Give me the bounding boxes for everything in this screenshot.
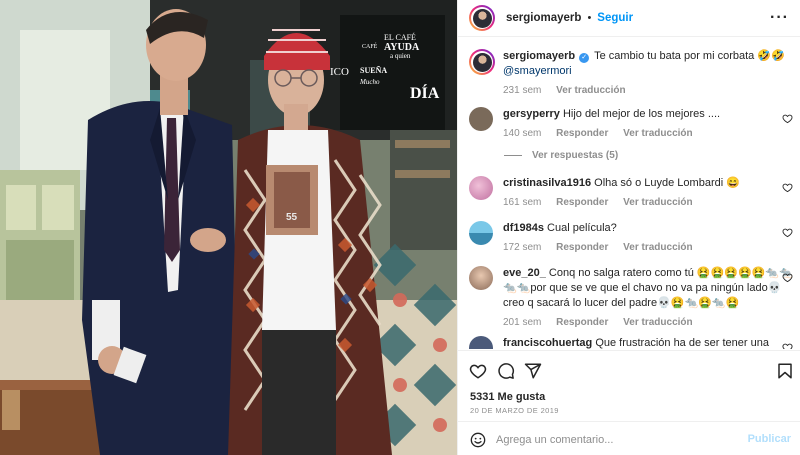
share-send-icon[interactable] [524,362,542,380]
comment-username[interactable]: cristinasilva1916 [503,177,591,189]
separator-dot: • [587,12,592,24]
comment-text: Conq no salga ratero como tú 🤮🤮🤮🤮🤮🐀🐀🐀🐀po… [503,267,793,309]
comment-username[interactable]: eve_20_ [503,267,546,279]
save-bookmark-icon[interactable] [776,362,794,380]
commenter-avatar[interactable] [469,176,493,200]
reply-button[interactable]: Responder [556,197,608,208]
see-translation-button[interactable]: Ver traducción [623,317,692,328]
tshirt-print-text: 55 [286,212,298,223]
sign-text: SUEÑA [360,66,387,75]
like-comment-heart-icon[interactable] [782,113,793,124]
like-comment-heart-icon[interactable] [782,182,793,193]
post-image: EL CAFÉ AYUDA a quien SUEÑA Mucho CAFÉ D… [0,0,457,455]
follow-button[interactable]: Seguir [597,12,633,24]
post-header: sergiomayerb • Seguir ··· [458,0,800,37]
commenter-avatar[interactable] [469,107,493,131]
replies-divider [504,155,522,156]
publish-button[interactable]: Publicar [748,433,791,445]
comment-username[interactable]: franciscohuertag [503,337,592,349]
sign-text: DÍA [410,83,440,102]
view-replies-label: Ver respuestas (5) [532,150,619,161]
caption-time[interactable]: 231 sem [503,85,541,96]
reply-button[interactable]: Responder [556,128,608,139]
comments-list[interactable]: sergiomayerb ✓ Te cambio tu bata por mi … [458,38,800,349]
post-photo[interactable]: EL CAFÉ AYUDA a quien SUEÑA Mucho CAFÉ D… [0,0,457,455]
add-comment-row: Publicar [458,421,800,455]
sign-text: CAFÉ [362,42,378,50]
see-translation-button[interactable]: Ver traducción [623,197,692,208]
caption-username[interactable]: sergiomayerb [503,50,575,62]
post-sidebar: sergiomayerb • Seguir ··· sergiomayerb ✓… [457,0,800,455]
like-comment-heart-icon[interactable] [782,272,793,283]
caption-mention[interactable]: @smayermori [503,65,572,77]
comment-time[interactable]: 201 sem [503,317,541,328]
sign-text: EL CAFÉ [384,32,416,42]
comment-username[interactable]: df1984s [503,222,544,234]
sign-text: ICO [330,66,349,78]
reply-button[interactable]: Responder [556,242,608,253]
comment-time[interactable]: 140 sem [503,128,541,139]
like-comment-heart-icon[interactable] [782,342,793,349]
author-avatar[interactable] [469,49,495,75]
likes-count[interactable]: 5331 Me gusta [470,391,545,403]
comment-time[interactable]: 161 sem [503,197,541,208]
commenter-avatar[interactable] [469,336,493,349]
more-options-icon[interactable]: ··· [770,9,789,27]
comment-bubble-icon[interactable] [497,362,515,380]
see-translation-button[interactable]: Ver traducción [623,242,692,253]
comment-username[interactable]: gersyperry [503,108,560,120]
emoji-smiley-icon[interactable] [470,432,486,448]
sign-text: a quien [390,52,411,60]
like-heart-icon[interactable] [469,362,487,380]
comment-time[interactable]: 172 sem [503,242,541,253]
comment-text: Olha só o Luyde Lombardi 😄 [594,177,740,189]
author-username[interactable]: sergiomayerb [506,12,581,24]
commenter-avatar[interactable] [469,266,493,290]
post-actions: 5331 Me gusta 20 DE MARZO DE 2019 Public… [458,350,800,455]
caption-text: Te cambio tu bata por mi corbata 🤣🤣 [594,50,785,62]
comment-text: Hijo del mejor de los mejores .... [562,108,721,120]
author-avatar[interactable] [469,5,495,31]
see-translation-button[interactable]: Ver traducción [556,85,625,96]
reply-button[interactable]: Responder [556,317,608,328]
see-translation-button[interactable]: Ver traducción [623,128,692,139]
verified-badge-icon: ✓ [579,53,590,63]
view-replies-button[interactable]: Ver respuestas (5) [504,150,618,161]
comment-text: Cual película? [547,222,617,234]
like-comment-heart-icon[interactable] [782,227,793,238]
sign-text: Mucho [359,78,380,86]
commenter-avatar[interactable] [469,221,493,245]
add-comment-input[interactable] [496,431,736,449]
post-date[interactable]: 20 DE MARZO DE 2019 [470,406,559,415]
